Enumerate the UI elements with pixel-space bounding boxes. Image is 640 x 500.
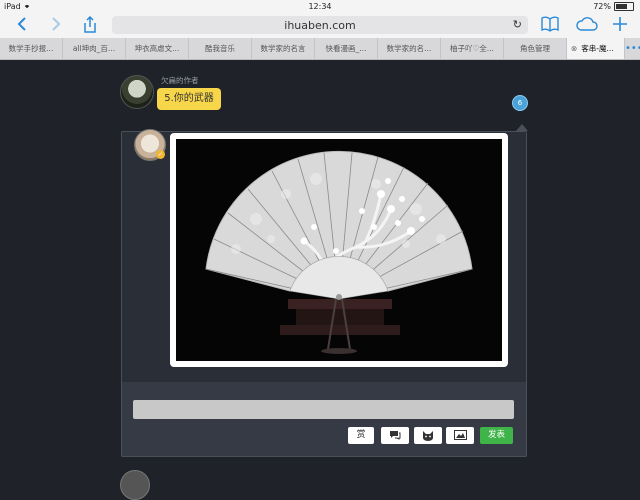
- folding-fan-image: [176, 139, 502, 361]
- new-tab-button[interactable]: [610, 16, 630, 36]
- post-button[interactable]: 发表: [480, 427, 513, 444]
- author-name: 欠扁的作者: [161, 76, 199, 85]
- share-icon: [84, 15, 96, 33]
- emoji-button[interactable]: [414, 427, 442, 444]
- share-button[interactable]: [80, 15, 100, 36]
- battery-percent: 72%: [593, 2, 611, 11]
- reward-button[interactable]: 赏: [348, 427, 374, 444]
- tab-item[interactable]: 角色管理: [504, 38, 567, 59]
- fan-stand: [280, 298, 400, 354]
- cloud-tabs-button[interactable]: [576, 16, 598, 36]
- tab-item[interactable]: 数学手抄报...: [0, 38, 63, 59]
- chat-bubble-icon: [390, 431, 401, 440]
- chevron-right-icon: [52, 17, 61, 31]
- reply-input[interactable]: [133, 400, 514, 419]
- image-icon: [453, 430, 467, 440]
- cat-face-icon: [423, 431, 433, 441]
- tab-item[interactable]: 数学家的名...: [378, 38, 441, 59]
- tab-item[interactable]: 坤衣高虐文...: [126, 38, 189, 59]
- image-button[interactable]: [446, 427, 474, 444]
- status-bar: iPad 12:34 72%: [0, 0, 640, 14]
- tab-item[interactable]: 快看漫画_...: [315, 38, 378, 59]
- tab-active[interactable]: ⊗ 客串-魔...: [567, 38, 625, 59]
- tab-item[interactable]: 酷我音乐: [189, 38, 252, 59]
- cloud-icon: [576, 17, 598, 31]
- tab-active-label: 客串-魔...: [581, 44, 614, 53]
- next-author-avatar[interactable]: [120, 470, 150, 500]
- address-bar[interactable]: ihuaben.com ↻: [112, 16, 528, 34]
- message-bubble: 5.你的武器: [157, 88, 221, 110]
- tab-item[interactable]: 柚子吖♡全...: [441, 38, 504, 59]
- author-avatar[interactable]: [120, 75, 154, 109]
- bookmarks-button[interactable]: [540, 16, 560, 36]
- reload-icon[interactable]: ↻: [513, 18, 522, 31]
- book-icon: [541, 16, 559, 32]
- browser-toolbar: ihuaben.com ↻: [0, 14, 640, 38]
- back-button[interactable]: [12, 16, 32, 36]
- fan-illustration: [205, 150, 473, 354]
- battery-status: 72%: [593, 2, 634, 11]
- battery-icon: [614, 2, 634, 11]
- chevron-left-icon: [17, 17, 26, 31]
- tab-item[interactable]: 数学家的名言: [252, 38, 315, 59]
- panel-caret: [516, 124, 528, 131]
- close-tab-icon[interactable]: ⊗: [571, 44, 577, 53]
- url-text: ihuaben.com: [284, 19, 356, 32]
- fan-leaf: [205, 150, 473, 300]
- vip-badge-icon: ✓: [156, 150, 165, 159]
- plus-icon: [613, 17, 627, 31]
- photo-frame[interactable]: [170, 133, 508, 367]
- tab-item[interactable]: all坤肉_百...: [63, 38, 126, 59]
- status-time: 12:34: [308, 2, 332, 11]
- reply-count-badge[interactable]: 6: [512, 95, 528, 111]
- more-tabs-icon[interactable]: •••: [625, 38, 640, 59]
- tab-strip: 数学手抄报... all坤肉_百... 坤衣高虐文... 酷我音乐 数学家的名言…: [0, 38, 640, 60]
- forward-button[interactable]: [46, 16, 66, 36]
- chat-button[interactable]: [381, 427, 409, 444]
